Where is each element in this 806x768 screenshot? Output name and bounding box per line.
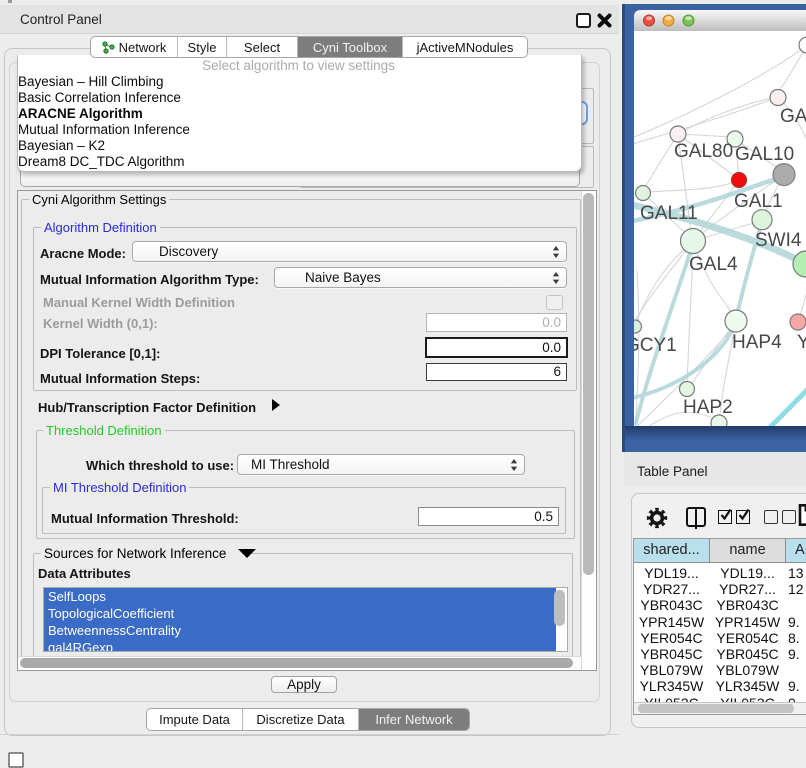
svg-text:HAP2: HAP2: [683, 397, 733, 418]
svg-text:GCY1: GCY1: [634, 335, 677, 356]
svg-text:GAL80: GAL80: [674, 141, 733, 162]
svg-text:GAL1: GAL1: [734, 191, 783, 212]
svg-text:GAL4: GAL4: [689, 254, 738, 275]
svg-text:YM: YM: [797, 332, 806, 353]
svg-text:GAL10: GAL10: [735, 144, 794, 165]
svg-text:GAL11: GAL11: [640, 203, 698, 224]
svg-text:SWI4: SWI4: [755, 230, 802, 251]
svg-text:HAP4: HAP4: [732, 332, 782, 353]
svg-text:GAL7: GAL7: [780, 106, 806, 127]
